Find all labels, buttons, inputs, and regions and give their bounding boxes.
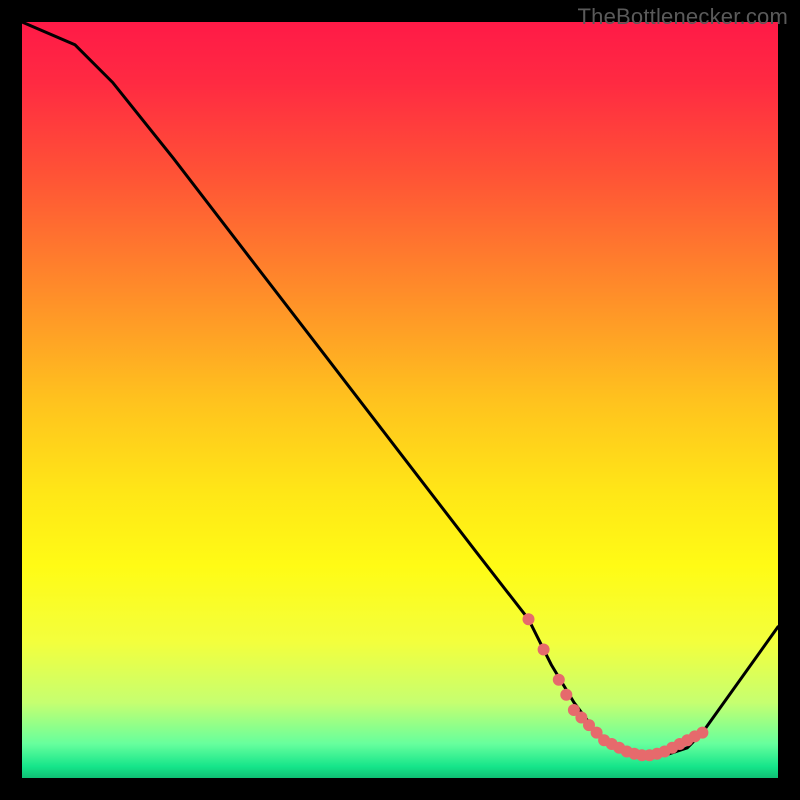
watermark-text: TheBottlenecker.com: [578, 4, 788, 30]
highlight-dot: [538, 644, 550, 656]
gradient-background: [22, 22, 778, 778]
chart-frame: TheBottlenecker.com: [0, 0, 800, 800]
highlight-dot: [696, 727, 708, 739]
chart-svg: [22, 22, 778, 778]
highlight-dot: [523, 613, 535, 625]
highlight-dot: [560, 689, 572, 701]
chart-plot-area: [22, 22, 778, 778]
highlight-dot: [553, 674, 565, 686]
